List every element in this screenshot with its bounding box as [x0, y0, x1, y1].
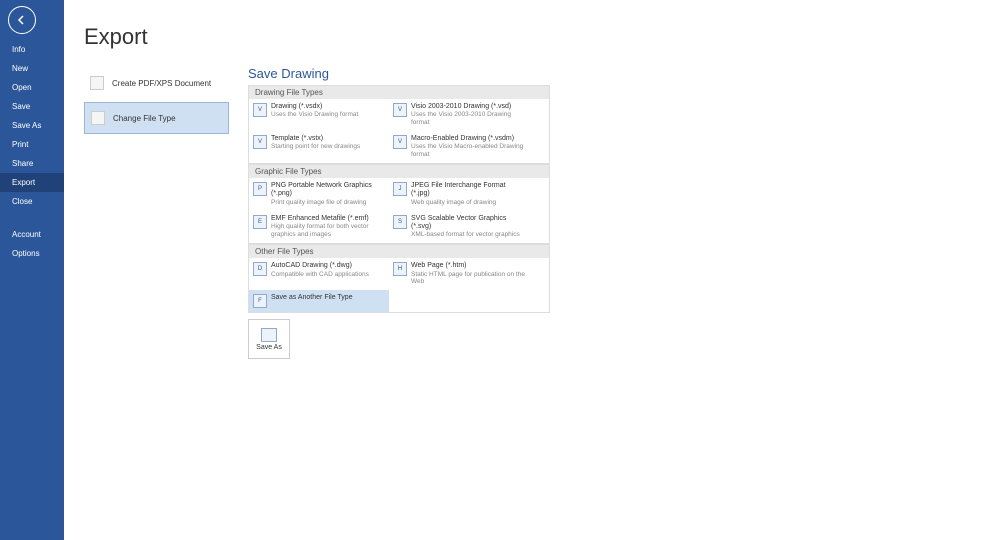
- file-type-desc: Static HTML page for publication on the …: [411, 271, 525, 287]
- file-type-desc: Compatible with CAD applications: [271, 271, 369, 279]
- file-type-desc: Web quality image of drawing: [411, 199, 525, 207]
- file-type-desc: XML-based format for vector graphics: [411, 231, 525, 239]
- file-type-desc: Uses the Visio Macro-enabled Drawing for…: [411, 143, 525, 159]
- nav-account[interactable]: Account: [0, 225, 64, 244]
- file-type-vsd[interactable]: V Visio 2003-2010 Drawing (*.vsd)Uses the…: [389, 99, 529, 131]
- backstage-sidebar: Info New Open Save Save As Print Share E…: [0, 0, 64, 540]
- back-button[interactable]: [8, 6, 36, 34]
- nav-options[interactable]: Options: [0, 244, 64, 263]
- svg-file-icon: S: [393, 215, 407, 229]
- file-type-desc: Starting point for new drawings: [271, 143, 360, 151]
- change-file-type-icon: [91, 111, 105, 125]
- file-type-name: Drawing (*.vsdx): [271, 103, 358, 111]
- nav-share[interactable]: Share: [0, 154, 64, 173]
- visio-file-icon: V: [253, 103, 267, 117]
- nav-export[interactable]: Export: [0, 173, 64, 192]
- nav-close[interactable]: Close: [0, 192, 64, 211]
- export-option-label: Change File Type: [113, 114, 176, 123]
- group-body-other: D AutoCAD Drawing (*.dwg)Compatible with …: [248, 258, 550, 313]
- file-type-dwg[interactable]: D AutoCAD Drawing (*.dwg)Compatible with …: [249, 258, 389, 290]
- back-arrow-icon: [16, 14, 28, 26]
- group-header-graphic: Graphic File Types: [248, 164, 550, 178]
- file-type-name: AutoCAD Drawing (*.dwg): [271, 262, 369, 270]
- dwg-file-icon: D: [253, 262, 267, 276]
- file-type-desc: Uses the Visio 2003-2010 Drawing format: [411, 111, 525, 127]
- file-type-name: Web Page (*.htm): [411, 262, 525, 270]
- nav-save-as[interactable]: Save As: [0, 116, 64, 135]
- jpg-file-icon: J: [393, 182, 407, 196]
- pdf-xps-icon: [90, 76, 104, 90]
- file-type-htm[interactable]: H Web Page (*.htm)Static HTML page for pu…: [389, 258, 529, 290]
- file-type-vsdx[interactable]: V Drawing (*.vsdx)Uses the Visio Drawing …: [249, 99, 389, 131]
- nav-info[interactable]: Info: [0, 40, 64, 59]
- file-type-name: SVG Scalable Vector Graphics (*.svg): [411, 215, 525, 232]
- file-type-name: PNG Portable Network Graphics (*.png): [271, 182, 385, 199]
- save-as-label: Save As: [256, 344, 282, 351]
- file-type-name: Visio 2003-2010 Drawing (*.vsd): [411, 103, 525, 111]
- emf-file-icon: E: [253, 215, 267, 229]
- nav-save[interactable]: Save: [0, 97, 64, 116]
- save-drawing-panel: Save Drawing Drawing File Types V Drawing…: [248, 66, 550, 359]
- nav-new[interactable]: New: [0, 59, 64, 78]
- file-type-desc: High quality format for both vector grap…: [271, 223, 385, 239]
- nav-print[interactable]: Print: [0, 135, 64, 154]
- group-body-graphic: P PNG Portable Network Graphics (*.png)Pr…: [248, 178, 550, 244]
- visio-file-icon: V: [393, 103, 407, 117]
- file-type-name: Template (*.vstx): [271, 135, 360, 143]
- page-title: Export: [84, 24, 1000, 50]
- export-option-label: Create PDF/XPS Document: [112, 79, 211, 88]
- export-change-file-type[interactable]: Change File Type: [84, 102, 229, 134]
- file-type-emf[interactable]: E EMF Enhanced Metafile (*.emf)High quali…: [249, 211, 389, 244]
- nav-open[interactable]: Open: [0, 78, 64, 97]
- file-type-desc: Print quality image file of drawing: [271, 199, 385, 207]
- file-type-name: JPEG File Interchange Format (*.jpg): [411, 182, 525, 199]
- file-type-jpg[interactable]: J JPEG File Interchange Format (*.jpg)Web…: [389, 178, 529, 211]
- visio-file-icon: V: [393, 135, 407, 149]
- file-type-save-as-another[interactable]: F Save as Another File Type: [249, 290, 389, 312]
- file-type-name: Save as Another File Type: [271, 294, 353, 302]
- file-type-vstx[interactable]: V Template (*.vstx)Starting point for new…: [249, 131, 389, 163]
- group-header-other: Other File Types: [248, 244, 550, 258]
- file-type-name: EMF Enhanced Metafile (*.emf): [271, 215, 385, 223]
- htm-file-icon: H: [393, 262, 407, 276]
- file-type-svg[interactable]: S SVG Scalable Vector Graphics (*.svg)XML…: [389, 211, 529, 244]
- png-file-icon: P: [253, 182, 267, 196]
- file-type-desc: Uses the Visio Drawing format: [271, 111, 358, 119]
- file-type-png[interactable]: P PNG Portable Network Graphics (*.png)Pr…: [249, 178, 389, 211]
- save-disk-icon: [261, 328, 277, 342]
- group-body-drawing: V Drawing (*.vsdx)Uses the Visio Drawing …: [248, 99, 550, 164]
- section-title: Save Drawing: [248, 66, 550, 81]
- export-options-list: Create PDF/XPS Document Change File Type: [84, 68, 229, 138]
- group-header-drawing: Drawing File Types: [248, 85, 550, 99]
- save-as-button[interactable]: Save As: [248, 319, 290, 359]
- export-create-pdf-xps[interactable]: Create PDF/XPS Document: [84, 68, 229, 98]
- visio-file-icon: V: [253, 135, 267, 149]
- file-type-name: Macro-Enabled Drawing (*.vsdm): [411, 135, 525, 143]
- generic-file-icon: F: [253, 294, 267, 308]
- file-type-vsdm[interactable]: V Macro-Enabled Drawing (*.vsdm)Uses the …: [389, 131, 529, 163]
